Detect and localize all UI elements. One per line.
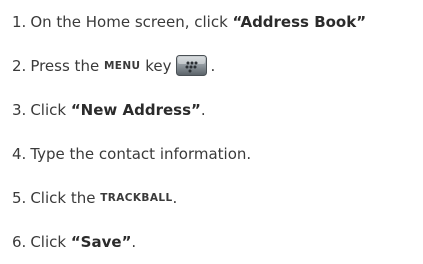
step-text: Press the: [30, 57, 104, 75]
trackball-key-label: TRACKBALL: [100, 192, 173, 204]
step-number: 2.: [12, 57, 27, 75]
instruction-steps: 1. On the Home screen, click “Address Bo…: [12, 0, 420, 264]
step-text: Click: [30, 233, 71, 251]
step-text-suffix: key: [140, 57, 172, 75]
step-4: 4. Type the contact information.: [12, 132, 420, 176]
step-number: 5.: [12, 189, 27, 207]
step-3: 3. Click “New Address” .: [12, 88, 420, 132]
step-text: Type the contact information.: [30, 145, 252, 163]
blackberry-menu-key-icon: [175, 54, 207, 76]
step-period: .: [200, 101, 206, 119]
step-5: 5. Click the TRACKBALL .: [12, 176, 420, 220]
step-emphasis: “New Address”: [70, 101, 201, 119]
step-number: 6.: [12, 233, 27, 251]
step-number: 1.: [12, 13, 27, 31]
step-2: 2. Press the MENU key .: [12, 44, 420, 88]
step-text: Click: [30, 101, 71, 119]
step-number: 3.: [12, 101, 27, 119]
step-1: 1. On the Home screen, click “Address Bo…: [12, 0, 420, 44]
step-period: .: [131, 233, 137, 251]
step-period: .: [172, 189, 178, 207]
step-emphasis: “Save”: [70, 233, 132, 251]
step-number: 4.: [12, 145, 27, 163]
step-period: .: [210, 57, 216, 75]
step-emphasis: “Address Book”: [232, 13, 367, 31]
menu-key-label: MENU: [103, 60, 141, 72]
step-6: 6. Click “Save” .: [12, 220, 420, 264]
step-text: On the Home screen, click: [30, 13, 233, 31]
step-text: Click the: [30, 189, 101, 207]
